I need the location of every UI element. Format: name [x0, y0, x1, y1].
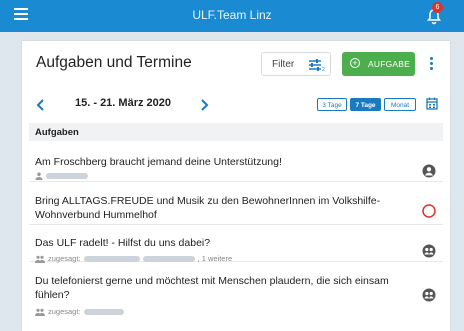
view-3-days-button[interactable]: 3 Tage: [317, 98, 347, 111]
sliders-icon: 2: [308, 58, 326, 77]
task-title: Du telefonierst gerne und möchtest mit M…: [35, 275, 389, 301]
date-range-label: 15. - 21. März 2020: [75, 97, 172, 109]
top-app-bar: ULF.Team Linz 6: [0, 0, 464, 32]
content-card: Aufgaben und Termine Filter 2 + AUFGABE …: [22, 41, 450, 331]
people-icon: [35, 308, 45, 316]
task-title: Das ULF radelt! - Hilfst du uns dabei?: [35, 237, 211, 249]
svg-text:2: 2: [322, 67, 325, 72]
task-row[interactable]: Bring ALLTAGS.FREUDE und Musik zu den Be…: [29, 182, 443, 225]
task-row[interactable]: Das ULF radelt! - Hilfst du uns dabei? z…: [29, 225, 443, 263]
task-meta: [35, 172, 88, 180]
plus-circle-icon: +: [350, 58, 360, 68]
person-icon: [35, 172, 43, 180]
view-7-days-button[interactable]: 7 Tage: [350, 98, 381, 111]
group-icon: [422, 288, 436, 302]
open-circle-icon: [422, 204, 436, 218]
filter-label: Filter: [272, 59, 295, 70]
section-header: Aufgaben: [29, 123, 443, 141]
assignee-name-redacted: [83, 308, 124, 315]
view-month-button[interactable]: Monat: [384, 98, 416, 111]
assignee-name-redacted: [83, 255, 140, 262]
add-task-button[interactable]: + AUFGABE: [342, 52, 415, 76]
page-title: Aufgaben und Termine: [36, 54, 192, 71]
app-title: ULF.Team Linz: [192, 8, 272, 22]
group-icon: [422, 244, 436, 258]
task-row[interactable]: Am Froschberg braucht jemand deine Unter…: [29, 143, 443, 182]
chevron-left-icon[interactable]: [36, 99, 46, 111]
task-title: Bring ALLTAGS.FREUDE und Musik zu den Be…: [35, 195, 381, 221]
section-title: Aufgaben: [35, 127, 79, 138]
task-meta: zugesagt:: [35, 307, 124, 316]
task-title: Am Froschberg braucht jemand deine Unter…: [35, 156, 282, 168]
more-options-icon[interactable]: [430, 57, 434, 72]
user-icon: [422, 164, 436, 178]
notification-badge: 6: [432, 2, 443, 13]
assignee-name-redacted: [46, 173, 88, 179]
task-row[interactable]: Du telefonierst gerne und möchtest mit M…: [29, 262, 443, 316]
filter-button[interactable]: Filter 2: [261, 52, 331, 76]
assignee-name-redacted: [142, 255, 195, 262]
add-task-label: AUFGABE: [368, 59, 411, 69]
calendar-icon[interactable]: [426, 97, 438, 115]
task-meta-prefix: zugesagt:: [48, 307, 81, 316]
chevron-right-icon[interactable]: [199, 99, 209, 111]
